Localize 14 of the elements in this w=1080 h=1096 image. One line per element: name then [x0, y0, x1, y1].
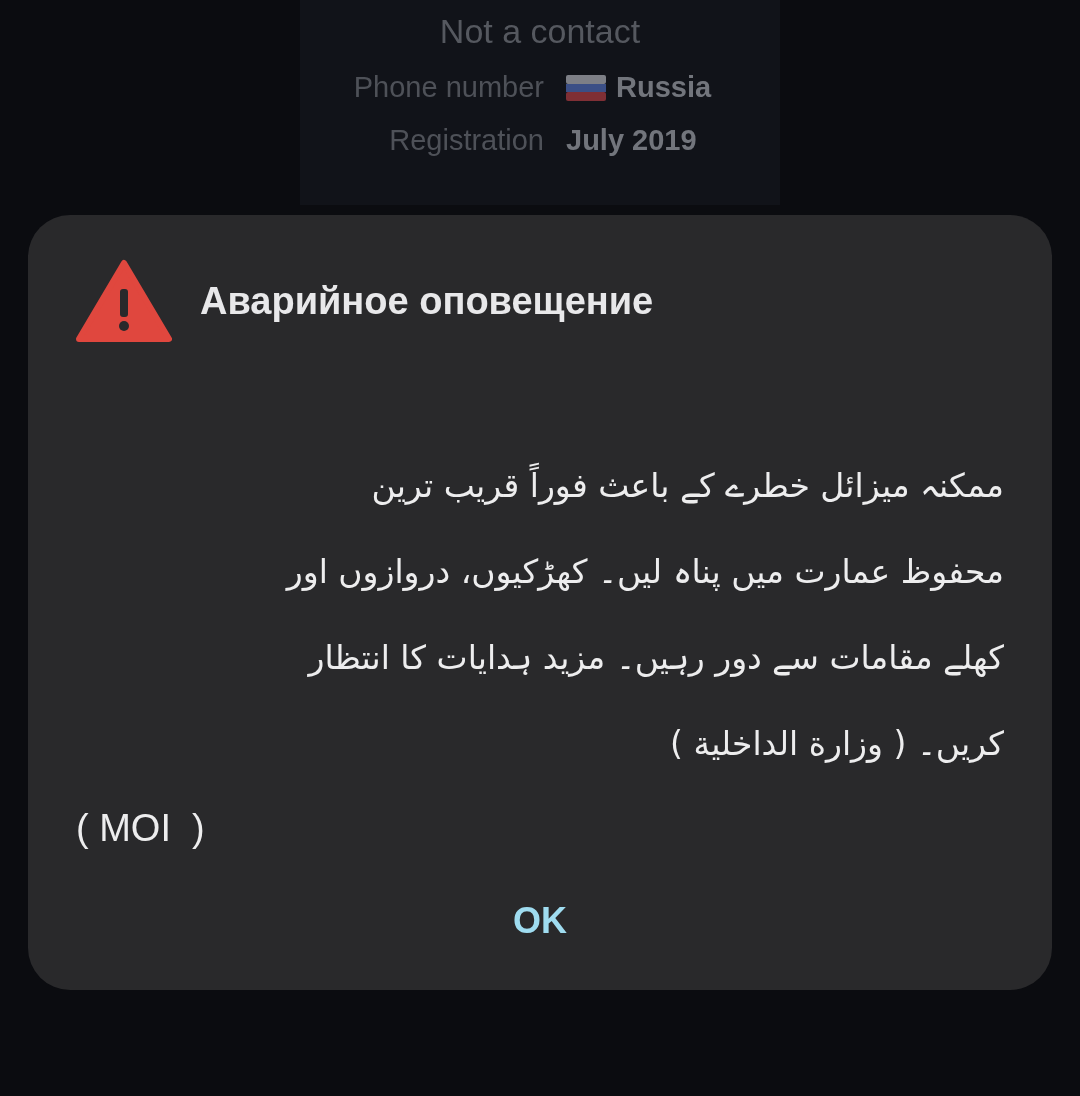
info-value: Russia — [616, 71, 712, 104]
ok-button[interactable]: OK — [497, 892, 583, 950]
info-label: Phone number — [352, 71, 544, 104]
message-line: محفوظ عمارت میں پناہ لیں۔ کھڑکیوں، دروازوں اور — [284, 551, 1004, 593]
info-value: July 2019 — [566, 124, 697, 157]
message-line: ممکنہ میزائل خطرے کے باعث فوراً قریب ترین — [76, 443, 1004, 529]
message-line: کریں۔ ( وزارة الداخلية ) — [669, 723, 1004, 765]
flag-icon — [566, 74, 606, 101]
message-line: کھلے مقامات سے دور رہیں۔ مزید ہدایات کا انتظار — [306, 637, 1004, 679]
alert-title: Аварийное оповещение — [200, 279, 654, 323]
warning-icon — [76, 259, 172, 343]
contact-status: Not a contact — [439, 12, 641, 51]
signature: ( MOI ) — [76, 807, 205, 850]
info-label: Registration — [388, 124, 544, 157]
